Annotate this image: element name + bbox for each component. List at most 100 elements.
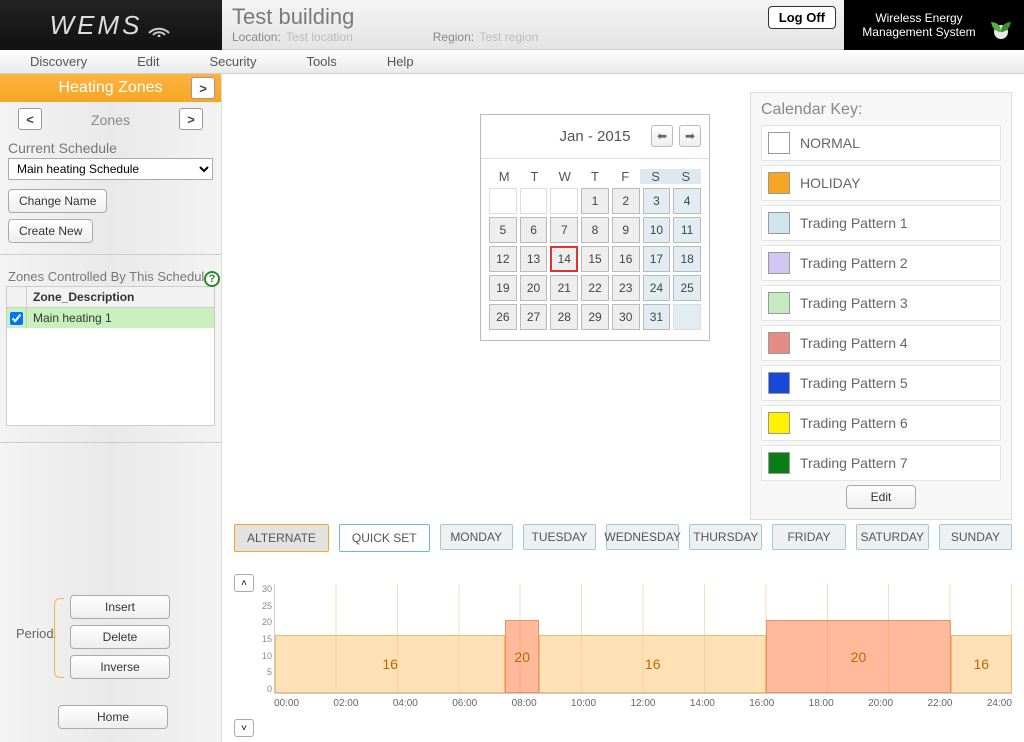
color-swatch (768, 252, 790, 274)
calendar-day[interactable]: 9 (612, 217, 640, 243)
calendar-day[interactable]: 8 (581, 217, 609, 243)
period-delete-button[interactable]: Delete (70, 625, 170, 649)
calendar-title: Jan - 2015 (560, 128, 631, 145)
tab-wednesday[interactable]: WEDNESDAY (606, 524, 679, 550)
calendar-day[interactable]: 30 (612, 304, 640, 330)
calendar-next-button[interactable]: ➡ (679, 125, 701, 147)
calendar-day (550, 188, 578, 214)
zones-next-button[interactable]: > (179, 108, 203, 130)
tab-saturday[interactable]: SATURDAY (856, 524, 929, 550)
home-button[interactable]: Home (58, 705, 168, 729)
calendar-day[interactable]: 17 (643, 246, 671, 272)
timeline-segment[interactable]: 16⌃⌃ (275, 635, 505, 693)
menu-help[interactable]: Help (387, 54, 414, 69)
schedule-select[interactable]: Main heating Schedule (8, 158, 213, 180)
yaxis-up-button[interactable]: ˄ (234, 574, 254, 592)
schedule-tabs: ALTERNATE QUICK SET MONDAY TUESDAY WEDNE… (234, 524, 1012, 552)
calendar-day[interactable]: 29 (581, 304, 609, 330)
calendar-day[interactable]: 21 (550, 275, 578, 301)
calendar-day[interactable]: 18 (673, 246, 701, 272)
calendar-key-item[interactable]: Trading Pattern 4 (761, 325, 1001, 361)
menu-security[interactable]: Security (209, 54, 256, 69)
menu-tools[interactable]: Tools (306, 54, 336, 69)
calendar-day[interactable]: 20 (520, 275, 548, 301)
section-next-button[interactable]: > (191, 77, 215, 99)
calendar-day[interactable]: 12 (489, 246, 517, 272)
log-off-button[interactable]: Log Off (768, 6, 836, 29)
calendar-day[interactable]: 19 (489, 275, 517, 301)
tab-alternate[interactable]: ALTERNATE (234, 524, 329, 552)
calendar-key-item[interactable]: Trading Pattern 7 (761, 445, 1001, 481)
current-schedule-label: Current Schedule (0, 134, 221, 158)
period-label: Period (16, 626, 54, 641)
calendar-key-item[interactable]: Trading Pattern 5 (761, 365, 1001, 401)
color-swatch (768, 292, 790, 314)
schedule-timeline: 302520151050 16⌃⌃20⌃⌃16⌃⌃20⌃⌃16⌃⌃ 00:000… (254, 576, 1012, 716)
calendar-day[interactable]: 14 (550, 246, 578, 272)
color-swatch (768, 332, 790, 354)
calendar-day[interactable]: 5 (489, 217, 517, 243)
tab-quick-set[interactable]: QUICK SET (339, 524, 430, 552)
calendar-key-edit-button[interactable]: Edit (846, 485, 916, 509)
zones-controlled-label: Zones Controlled By This Schedule (0, 263, 221, 286)
color-swatch (768, 452, 790, 474)
calendar-key-item[interactable]: Trading Pattern 3 (761, 285, 1001, 321)
zones-prev-button[interactable]: < (18, 108, 42, 130)
create-new-button[interactable]: Create New (8, 219, 93, 243)
timeline-segment[interactable]: 20⌃⌃ (505, 620, 539, 693)
timeline-segment[interactable]: 16⌃⌃ (951, 635, 1012, 693)
calendar-key-item[interactable]: Trading Pattern 2 (761, 245, 1001, 281)
section-heating-zones: Heating Zones > (0, 74, 221, 102)
timeline-segment[interactable]: 20⌃⌃ (766, 620, 950, 693)
color-swatch (768, 412, 790, 434)
tab-tuesday[interactable]: TUESDAY (523, 524, 596, 550)
calendar-prev-button[interactable]: ⬅ (651, 125, 673, 147)
calendar-key-item[interactable]: NORMAL (761, 125, 1001, 161)
calendar-day[interactable]: 4 (673, 188, 701, 214)
calendar-day[interactable]: 25 (673, 275, 701, 301)
table-row[interactable]: Main heating 1 (7, 308, 214, 328)
calendar-day[interactable]: 16 (612, 246, 640, 272)
period-inverse-button[interactable]: Inverse (70, 655, 170, 679)
calendar-day (520, 188, 548, 214)
menubar: Discovery Edit Security Tools Help (0, 50, 1024, 74)
calendar-day[interactable]: 26 (489, 304, 517, 330)
calendar-day[interactable]: 15 (581, 246, 609, 272)
tab-friday[interactable]: FRIDAY (772, 524, 845, 550)
menu-discovery[interactable]: Discovery (30, 54, 87, 69)
color-swatch (768, 212, 790, 234)
calendar-day[interactable]: 10 (643, 217, 671, 243)
help-icon[interactable]: ? (204, 271, 220, 287)
tab-sunday[interactable]: SUNDAY (939, 524, 1012, 550)
yaxis-down-button[interactable]: ˅ (234, 719, 254, 737)
zones-label: Zones (91, 112, 130, 128)
calendar-day[interactable]: 31 (643, 304, 671, 330)
calendar-day[interactable]: 7 (550, 217, 578, 243)
calendar-key-title: Calendar Key: (761, 101, 1001, 119)
calendar-day[interactable]: 1 (581, 188, 609, 214)
calendar-day[interactable]: 13 (520, 246, 548, 272)
calendar-day[interactable]: 27 (520, 304, 548, 330)
calendar-day (673, 304, 701, 330)
calendar-key-item[interactable]: HOLIDAY (761, 165, 1001, 201)
calendar-day[interactable]: 11 (673, 217, 701, 243)
calendar-day[interactable]: 22 (581, 275, 609, 301)
header: Test building Location: Test location Re… (222, 0, 844, 50)
calendar-day[interactable]: 2 (612, 188, 640, 214)
calendar-day[interactable]: 28 (550, 304, 578, 330)
timeline-segment[interactable]: 16⌃⌃ (539, 635, 766, 693)
calendar-day (489, 188, 517, 214)
menu-edit[interactable]: Edit (137, 54, 159, 69)
calendar-key-item[interactable]: Trading Pattern 6 (761, 405, 1001, 441)
calendar-day[interactable]: 6 (520, 217, 548, 243)
calendar-day[interactable]: 3 (643, 188, 671, 214)
calendar-key-panel: Calendar Key: NORMAL HOLIDAY Trading Patte… (750, 92, 1012, 520)
period-insert-button[interactable]: Insert (70, 595, 170, 619)
calendar-key-item[interactable]: Trading Pattern 1 (761, 205, 1001, 241)
calendar-day[interactable]: 23 (612, 275, 640, 301)
tab-monday[interactable]: MONDAY (440, 524, 513, 550)
change-name-button[interactable]: Change Name (8, 189, 107, 213)
zone-checkbox[interactable] (10, 312, 23, 325)
tab-thursday[interactable]: THURSDAY (689, 524, 762, 550)
calendar-day[interactable]: 24 (643, 275, 671, 301)
